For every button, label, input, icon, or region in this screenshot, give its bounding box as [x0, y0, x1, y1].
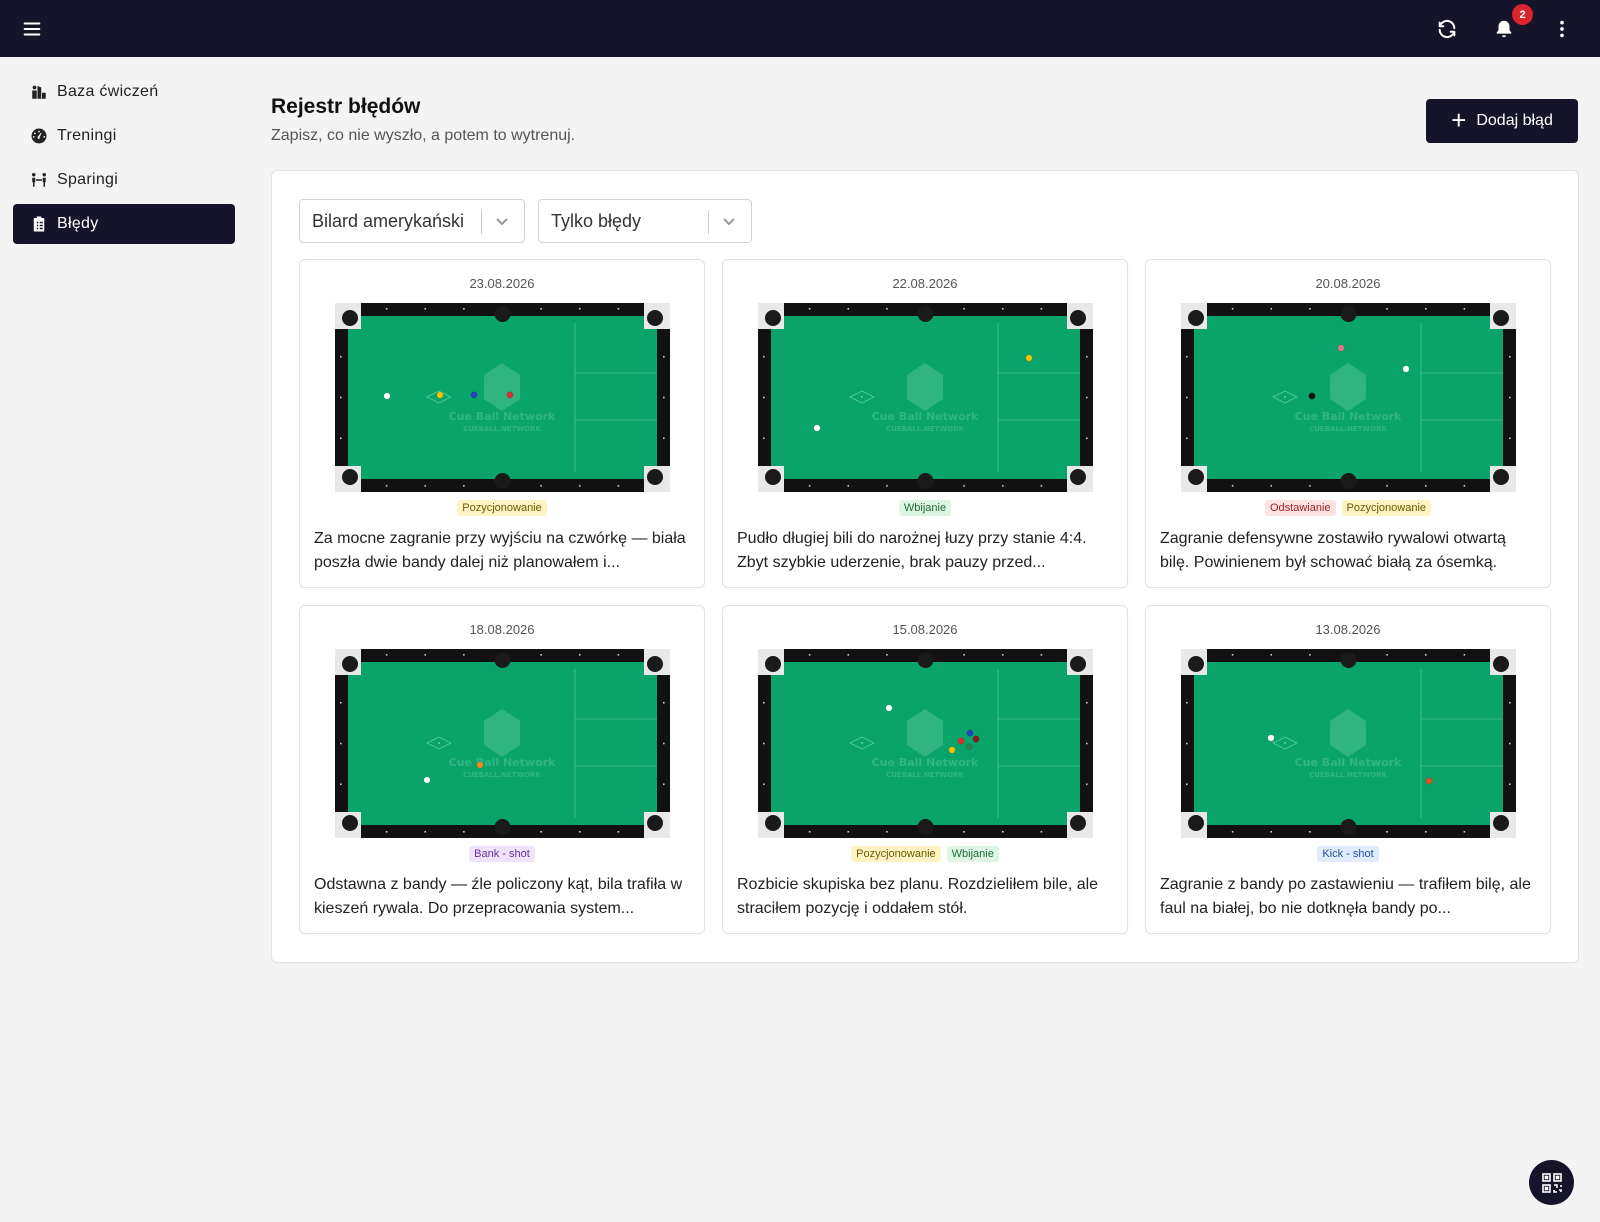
- watermark-subtext: CUEBALL.NETWORK: [463, 425, 541, 433]
- card-date: 15.08.2026: [892, 622, 958, 637]
- card-date: 23.08.2026: [469, 276, 535, 291]
- category-tag: Pozycjonowanie: [457, 500, 547, 516]
- card-tags: Pozycjonowanie: [300, 500, 704, 516]
- pool-table-diagram: Cue Ball Network CUEBALL.NETWORK: [335, 649, 670, 838]
- type-filter-select[interactable]: Tylko błędy: [538, 199, 752, 243]
- card-date: 22.08.2026: [892, 276, 958, 291]
- pool-table-diagram: Cue Ball Network CUEBALL.NETWORK: [1181, 303, 1516, 492]
- hamburger-menu-icon[interactable]: [17, 14, 47, 44]
- sidebar-item-label: Baza ćwiczeń: [57, 83, 159, 100]
- add-error-button[interactable]: + Dodaj błąd: [1426, 99, 1578, 143]
- error-card[interactable]: 20.08.2026 Cue Ball Network CUEBALL.NETWOR…: [1145, 259, 1551, 588]
- page-title: Rejestr błędów: [271, 95, 421, 118]
- watermark-text: Cue Ball Network: [449, 410, 556, 423]
- watermark-subtext: CUEBALL.NETWORK: [886, 771, 964, 779]
- card-tags: Odstawianie Pozycjonowanie: [1146, 500, 1550, 516]
- pool-table-diagram: Cue Ball Network CUEBALL.NETWORK: [335, 303, 670, 492]
- sidebar-item-exercise-base[interactable]: Baza ćwiczeń: [13, 72, 235, 112]
- watermark-text: Cue Ball Network: [872, 410, 979, 423]
- select-divider: [481, 210, 482, 234]
- card-date: 13.08.2026: [1315, 622, 1381, 637]
- card-description: Odstawna z bandy — źle policzony kąt, bi…: [314, 876, 683, 917]
- type-filter-value: Tylko błędy: [551, 210, 642, 231]
- errors-panel: Bilard amerykański Tylko błędy 23.08.202…: [271, 170, 1579, 963]
- qr-code-icon: [1541, 1172, 1562, 1193]
- error-card[interactable]: 22.08.2026 Cue Ball Network CUEBALL.NETWOR…: [722, 259, 1128, 588]
- card-description: Rozbicie skupiska bez planu. Rozdzieliłe…: [737, 876, 1099, 917]
- card-description: Za mocne zagranie przy wyjściu na czwórk…: [314, 530, 686, 571]
- chevron-down-icon: [721, 213, 737, 229]
- card-tags: Pozycjonowanie Wbijanie: [723, 846, 1127, 862]
- refresh-icon[interactable]: [1432, 14, 1462, 44]
- notification-badge: 2: [1512, 4, 1533, 25]
- watermark-subtext: CUEBALL.NETWORK: [1309, 425, 1387, 433]
- category-tag: Pozycjonowanie: [1341, 500, 1432, 516]
- error-card[interactable]: 13.08.2026 Cue Ball Network CUEBALL.NETWOR…: [1145, 605, 1551, 934]
- plus-icon: +: [1451, 105, 1467, 135]
- card-date: 18.08.2026: [469, 622, 535, 637]
- card-description: Zagranie z bandy po zastawieniu — trafił…: [1160, 876, 1531, 917]
- add-error-button-label: Dodaj błąd: [1476, 112, 1553, 129]
- sidebar-item-errors[interactable]: Błędy: [13, 204, 235, 244]
- sidebar-item-label: Treningi: [57, 127, 117, 144]
- watermark-text: Cue Ball Network: [449, 756, 556, 769]
- watermark-subtext: CUEBALL.NETWORK: [886, 425, 964, 433]
- sidebar-item-trainings[interactable]: Treningi: [13, 116, 235, 156]
- error-card[interactable]: 15.08.2026 Cue Ball Network CUEBALL.NETWOR…: [722, 605, 1128, 934]
- page-subtitle: Zapisz, co nie wyszło, a potem to wytren…: [271, 127, 576, 144]
- card-tags: Kick - shot: [1146, 846, 1550, 862]
- exercise-base-icon: [29, 82, 49, 102]
- pool-table-diagram: Cue Ball Network CUEBALL.NETWORK: [758, 303, 1093, 492]
- watermark-subtext: CUEBALL.NETWORK: [1309, 771, 1387, 779]
- select-divider: [708, 210, 709, 234]
- qr-code-button[interactable]: [1529, 1160, 1574, 1205]
- bell-icon[interactable]: 2: [1489, 4, 1533, 44]
- game-filter-value: Bilard amerykański: [312, 210, 465, 231]
- category-tag: Pozycjonowanie: [851, 846, 941, 862]
- watermark-subtext: CUEBALL.NETWORK: [463, 771, 541, 779]
- card-tags: Bank - shot: [300, 846, 704, 862]
- clipboard-icon: [29, 214, 49, 234]
- chevron-down-icon: [494, 213, 510, 229]
- error-card[interactable]: 18.08.2026 Cue Ball Network CUEBALL.NETWOR…: [299, 605, 705, 934]
- sidebar-item-sparrings[interactable]: Sparingi: [13, 160, 235, 200]
- more-vertical-icon[interactable]: [1547, 14, 1577, 44]
- category-tag: Kick - shot: [1317, 846, 1379, 862]
- card-description: Zagranie defensywne zostawiło rywalowi o…: [1160, 530, 1506, 571]
- card-date: 20.08.2026: [1315, 276, 1381, 291]
- sidebar-item-label: Błędy: [57, 215, 99, 232]
- category-tag: Odstawianie: [1264, 500, 1336, 516]
- card-description: Pudło długiej bili do narożnej łuzy przy…: [737, 530, 1087, 571]
- category-tag: Wbijanie: [898, 500, 952, 516]
- watermark-text: Cue Ball Network: [872, 756, 979, 769]
- category-tag: Wbijanie: [946, 846, 999, 862]
- gauge-icon: [29, 126, 49, 146]
- sidebar-item-label: Sparingi: [57, 171, 119, 188]
- error-card[interactable]: 23.08.2026 Cue Ball Network CUEBALL.NETWOR…: [299, 259, 705, 588]
- game-filter-select[interactable]: Bilard amerykański: [299, 199, 525, 243]
- card-tags: Wbijanie: [723, 500, 1127, 516]
- sparring-icon: [29, 170, 49, 190]
- pool-table-diagram: Cue Ball Network CUEBALL.NETWORK: [1181, 649, 1516, 838]
- category-tag: Bank - shot: [469, 846, 535, 862]
- pool-table-diagram: Cue Ball Network CUEBALL.NETWORK: [758, 649, 1093, 838]
- sidebar: Baza ćwiczeń Treningi Sparingi Błędy: [13, 72, 235, 248]
- watermark-text: Cue Ball Network: [1295, 756, 1402, 769]
- top-app-bar: 2: [0, 0, 1600, 57]
- watermark-text: Cue Ball Network: [1295, 410, 1402, 423]
